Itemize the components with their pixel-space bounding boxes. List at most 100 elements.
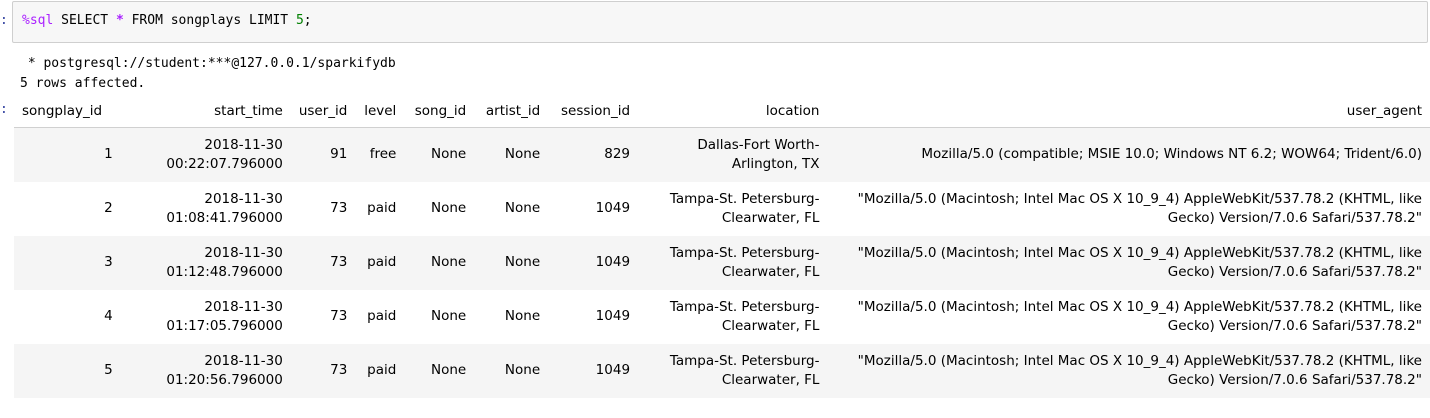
cell-line: Tampa-St. Petersburg- [669,244,820,261]
cell-songplay-id: 3 [14,235,121,290]
stdout-connection-line: * postgresql://student:***@127.0.0.1/spa… [20,56,396,71]
cell-artist-id: None [474,343,549,398]
cell-user-agent: "Mozilla/5.0 (Macintosh; Intel Mac OS X … [827,181,1430,236]
cell-line: 01:12:48.796000 [166,263,283,280]
cell-user-id: 91 [290,127,356,182]
code-text-select: SELECT [53,13,116,28]
cell-line: "Mozilla/5.0 (Macintosh; Intel Mac OS X … [857,352,1422,369]
cell-artist-id: None [474,127,549,182]
cell-artist-id: None [474,235,549,290]
cell-songplay-id: 2 [14,181,121,236]
column-header-song-id: song_id [404,95,475,128]
column-header-songplay-id: songplay_id [14,95,121,128]
cell-songplay-id: 1 [14,127,121,182]
cell-location: Dallas-Fort Worth- Arlington, TX [638,127,828,182]
cell-start-time: 2018-11-30 01:20:56.796000 [120,343,291,398]
cell-level: paid [355,181,405,236]
cell-user-agent: "Mozilla/5.0 (Macintosh; Intel Mac OS X … [827,289,1430,344]
cell-line: Tampa-St. Petersburg- [669,298,820,315]
cell-line: 2018-11-30 [204,352,283,369]
column-header-user-id: user_id [290,95,356,128]
results-table: songplay_id start_time user_id level song_id… [14,95,1430,398]
cell-start-time: 2018-11-30 01:08:41.796000 [120,181,291,236]
cell-song-id: None [404,127,475,182]
table-row: 4 2018-11-30 01:17:05.796000 73 paid None None… [14,289,1430,344]
table-row: 3 2018-11-30 01:12:48.796000 73 paid None None… [14,235,1430,290]
column-header-location: location [638,95,828,128]
cell-song-id: None [404,181,475,236]
cell-line: 01:20:56.796000 [166,371,283,388]
cell-location: Tampa-St. Petersburg- Clearwater, FL [638,181,828,236]
cell-line: Gecko) Version/7.0.6 Safari/537.78.2" [1167,317,1422,334]
cell-start-time: 2018-11-30 01:17:05.796000 [120,289,291,344]
cell-song-id: None [404,289,475,344]
cell-user-id: 73 [290,181,356,236]
cell-line: Clearwater, FL [721,317,820,334]
cell-song-id: None [404,343,475,398]
cell-artist-id: None [474,181,549,236]
code-star: * [115,13,124,28]
code-text-from: FROM songplays LIMIT [123,13,296,28]
code-limit-number: 5 [295,13,304,28]
cell-start-time: 2018-11-30 01:12:48.796000 [120,235,291,290]
cell-song-id: None [404,235,475,290]
cell-location: Tampa-St. Petersburg- Clearwater, FL [638,343,828,398]
column-header-artist-id: artist_id [474,95,549,128]
cell-line: Clearwater, FL [721,371,820,388]
cell-location: Tampa-St. Petersburg- Clearwater, FL [638,289,828,344]
cell-user-id: 73 [290,289,356,344]
cell-line: "Mozilla/5.0 (Macintosh; Intel Mac OS X … [857,190,1422,207]
cell-session-id: 1049 [548,343,639,398]
cell-line: Tampa-St. Petersburg- [669,190,820,207]
cell-line: Dallas-Fort Worth- [697,136,820,153]
stdout-output: * postgresql://student:***@127.0.0.1/spa… [20,54,396,94]
cell-user-agent: "Mozilla/5.0 (Macintosh; Intel Mac OS X … [827,235,1430,290]
cell-level: paid [355,289,405,344]
cell-songplay-id: 4 [14,289,121,344]
column-header-level: level [355,95,405,128]
cell-line: 2018-11-30 [204,136,283,153]
column-header-session-id: session_id [548,95,639,128]
cell-start-time: 2018-11-30 00:22:07.796000 [120,127,291,182]
cell-line: Gecko) Version/7.0.6 Safari/537.78.2" [1167,371,1422,388]
cell-line: "Mozilla/5.0 (Macintosh; Intel Mac OS X … [857,298,1422,315]
cell-line: Arlington, TX [731,155,820,172]
cell-level: paid [355,235,405,290]
stdout-rows-affected: 5 rows affected. [20,76,146,91]
cell-level: free [355,127,405,182]
code-semicolon: ; [303,13,312,28]
cell-session-id: 829 [548,127,639,182]
table-row: 2 2018-11-30 01:08:41.796000 73 paid None None… [14,181,1430,236]
cell-line: Gecko) Version/7.0.6 Safari/537.78.2" [1167,263,1422,280]
cell-user-agent: Mozilla/5.0 (compatible; MSIE 10.0; Wind… [827,127,1430,182]
table-row: 5 2018-11-30 01:20:56.796000 73 paid None None… [14,343,1430,398]
cell-level: paid [355,343,405,398]
cell-session-id: 1049 [548,289,639,344]
code-input-area[interactable]: %sql SELECT * FROM songplays LIMIT 5; [12,1,1428,43]
cell-artist-id: None [474,289,549,344]
cell-line: 2018-11-30 [204,244,283,261]
cell-line: 01:17:05.796000 [166,317,283,334]
cell-line: 00:22:07.796000 [166,155,283,172]
cell-user-agent: "Mozilla/5.0 (Macintosh; Intel Mac OS X … [827,343,1430,398]
cell-line: Tampa-St. Petersburg- [669,352,820,369]
cell-line: 2018-11-30 [204,190,283,207]
cell-line: Gecko) Version/7.0.6 Safari/537.78.2" [1167,209,1422,226]
table-header-row: songplay_id start_time user_id level song_id… [14,95,1430,128]
cell-session-id: 1049 [548,181,639,236]
cell-user-id: 73 [290,235,356,290]
cell-user-id: 73 [290,343,356,398]
table-body: 1 2018-11-30 00:22:07.796000 91 free None None… [14,127,1430,398]
code-line[interactable]: %sql SELECT * FROM songplays LIMIT 5; [22,13,312,28]
output-prompt: : [0,102,8,117]
sql-magic: %sql [22,13,54,28]
notebook-cell: : %sql SELECT * FROM songplays LIMIT 5; … [0,0,1430,418]
cell-songplay-id: 5 [14,343,121,398]
cell-line: 2018-11-30 [204,298,283,315]
cell-line: Clearwater, FL [721,209,820,226]
cell-line: "Mozilla/5.0 (Macintosh; Intel Mac OS X … [857,244,1422,261]
cell-session-id: 1049 [548,235,639,290]
cell-line: Clearwater, FL [721,263,820,280]
cell-line: Mozilla/5.0 (compatible; MSIE 10.0; Wind… [921,146,1422,163]
column-header-user-agent: user_agent [827,95,1430,128]
